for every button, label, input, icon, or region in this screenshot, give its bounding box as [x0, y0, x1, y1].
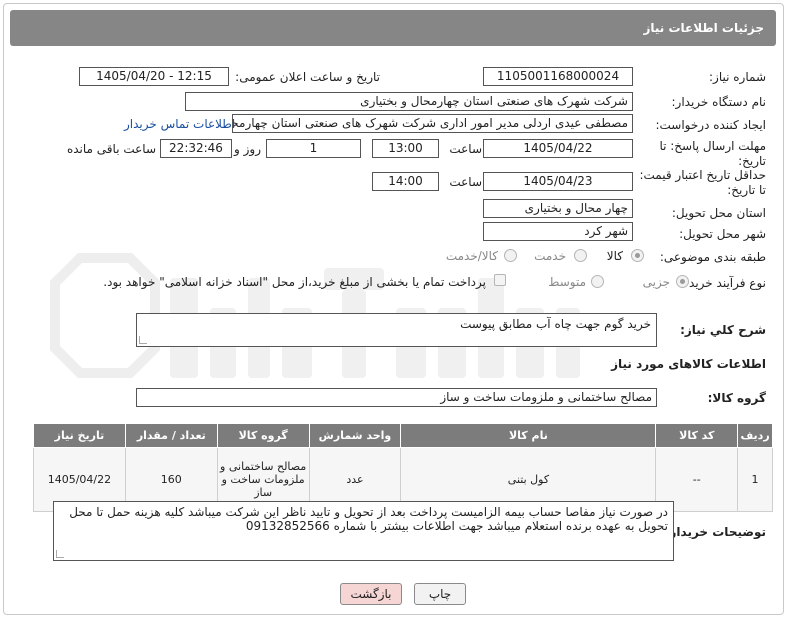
deadline-time-label: ساعت — [449, 142, 482, 156]
process-minor-radio[interactable] — [676, 275, 689, 288]
price-validity-label: حداقل تاریخ اعتبار قیمت: تا تاریخ: — [631, 168, 766, 198]
buyer-org-label: نام دستگاه خریدار: — [671, 95, 767, 109]
treasury-checkbox[interactable] — [494, 274, 506, 286]
goods-info-heading: اطلاعات کالاهای مورد نیاز — [611, 357, 766, 371]
col-unit: واحد شمارش — [308, 423, 402, 448]
back-button[interactable]: بازگشت — [340, 583, 402, 605]
deadline-label: مهلت ارسال پاسخ: تا تاریخ: — [631, 139, 766, 169]
price-validity-label-text: حداقل تاریخ اعتبار قیمت: تا تاریخ: — [639, 168, 766, 197]
province-label: استان محل تحویل: — [671, 206, 766, 220]
announce-datetime-field[interactable]: 1405/04/20 - 12:15 — [79, 67, 229, 86]
remaining-label: ساعت باقی مانده — [66, 142, 156, 156]
province-field[interactable]: چهار محال و بختیاری — [483, 199, 633, 218]
col-date: تاریخ نیاز — [33, 423, 126, 448]
validity-date-field[interactable]: 1405/04/23 — [483, 172, 633, 191]
process-minor-label: جزیی — [642, 275, 670, 289]
deadline-date-field[interactable]: 1405/04/22 — [483, 139, 633, 158]
items-table: ردیف کد کالا نام کالا واحد شمارش گروه کا… — [33, 423, 773, 512]
process-medium-label: متوسط — [548, 275, 586, 289]
treasury-note: پرداخت تمام یا بخشی از مبلغ خرید،از محل … — [103, 275, 486, 289]
process-medium-radio[interactable] — [591, 275, 604, 288]
print-button[interactable]: چاپ — [414, 583, 466, 605]
buyer-notes-text: در صورت نیاز مفاصا حساب بیمه الزامیست پر… — [69, 505, 668, 533]
contact-info-link[interactable]: اطلاعات تماس خریدار — [124, 117, 235, 131]
requester-label: ایجاد کننده درخواست: — [655, 118, 766, 132]
category-goods-service-label: کالا/خدمت — [445, 249, 498, 263]
goods-group-field[interactable]: مصالح ساختمانی و ملزومات ساخت و ساز — [136, 388, 657, 407]
city-field[interactable]: شهر کرد — [483, 222, 633, 241]
page-title: جزئیات اطلاعات نیاز — [10, 10, 776, 46]
category-goods-service-radio[interactable] — [504, 249, 517, 262]
buyer-org-field[interactable]: شرکت شهرک های صنعتی استان چهارمحال و بخت… — [185, 92, 633, 111]
requester-field[interactable]: مصطفی عیدی اردلی مدیر امور اداری شرکت شه… — [232, 114, 633, 133]
col-group: گروه کالا — [216, 423, 310, 448]
need-desc-label: شرح کلي نياز: — [680, 323, 766, 337]
category-goods-radio[interactable] — [631, 249, 644, 262]
buyer-notes-label: توضیحات خریدار: — [664, 525, 766, 539]
validity-time-label: ساعت — [449, 175, 482, 189]
col-row: ردیف — [737, 423, 773, 448]
validity-time-field[interactable]: 14:00 — [372, 172, 439, 191]
col-quantity: تعداد / مقدار — [124, 423, 218, 448]
city-label: شهر محل تحویل: — [679, 227, 766, 241]
announce-datetime-label: تاریخ و ساعت اعلان عمومی: — [235, 70, 380, 84]
table-header-row: ردیف کد کالا نام کالا واحد شمارش گروه کا… — [33, 423, 773, 448]
col-code: کد کالا — [655, 423, 739, 448]
buyer-notes-textarea[interactable]: در صورت نیاز مفاصا حساب بیمه الزامیست پر… — [53, 501, 674, 561]
col-name: نام کالا — [400, 423, 657, 448]
remaining-time-field[interactable]: 22:32:46 — [160, 139, 232, 158]
goods-group-label: گروه کالا: — [707, 391, 766, 405]
need-number-field[interactable]: 1105001168000024 — [483, 67, 633, 86]
resize-handle-icon[interactable] — [139, 336, 147, 344]
category-service-radio[interactable] — [574, 249, 587, 262]
deadline-label-text: مهلت ارسال پاسخ: تا تاریخ: — [659, 139, 766, 168]
cell-row: 1 — [737, 447, 773, 512]
deadline-time-field[interactable]: 13:00 — [372, 139, 439, 158]
process-label: نوع فرآیند خرید : — [681, 276, 766, 290]
need-desc-text: خرید گوم جهت چاه آب مطابق پیوست — [460, 317, 651, 331]
need-number-label: شماره نیاز: — [709, 70, 766, 84]
resize-handle-icon[interactable] — [56, 550, 64, 558]
days-label: روز و — [234, 142, 261, 156]
need-desc-textarea[interactable]: خرید گوم جهت چاه آب مطابق پیوست — [136, 313, 657, 347]
category-goods-label: کالا — [606, 249, 623, 263]
category-label: طبقه بندی موضوعی: — [659, 250, 766, 264]
days-field[interactable]: 1 — [266, 139, 361, 158]
category-service-label: خدمت — [534, 249, 566, 263]
